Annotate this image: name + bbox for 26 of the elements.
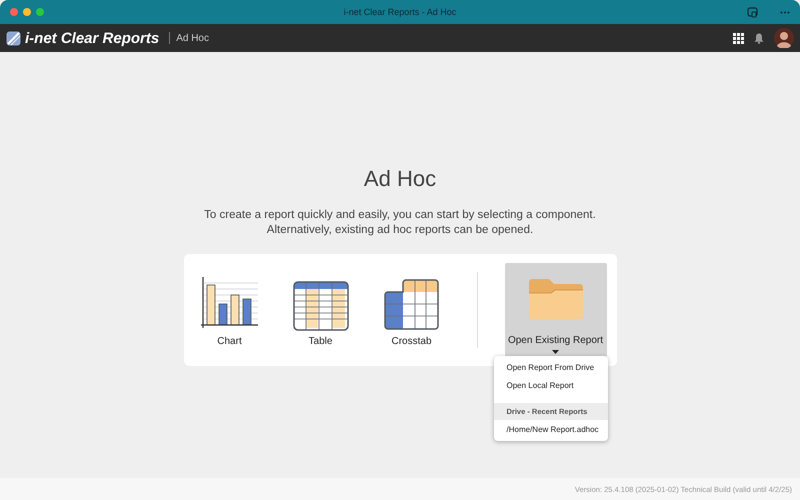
window-title: i-net Clear Reports - Ad Hoc xyxy=(344,7,456,17)
logo-icon xyxy=(6,30,21,46)
description-text: To create a report quickly and easily, you can start by selecting a component. xyxy=(204,208,596,223)
crosstab-icon xyxy=(384,279,440,331)
table-icon xyxy=(292,281,348,331)
menu-item[interactable]: Open Report From Drive xyxy=(494,358,608,376)
open-existing-report-button[interactable]: Open Existing Report xyxy=(504,263,606,357)
bar-chart-icon xyxy=(200,275,260,331)
description-text: Alternatively, existing ad hoc reports can be opened. xyxy=(266,223,534,238)
picture-in-picture-icon[interactable] xyxy=(747,6,758,18)
menu-item[interactable]: /Home/New Report.adhoc xyxy=(494,420,608,438)
component-label: Table xyxy=(308,336,332,347)
folder-icon xyxy=(528,279,582,319)
apps-grid-icon[interactable] xyxy=(733,32,744,44)
more-icon[interactable] xyxy=(780,10,790,14)
component-label: Crosstab xyxy=(391,336,432,347)
menu-item[interactable]: Open Local Report xyxy=(494,376,608,394)
component-label: Chart xyxy=(217,336,242,347)
app-name: i-net Clear Reports xyxy=(25,30,160,46)
bell-icon[interactable] xyxy=(754,32,764,44)
page-heading: Ad Hoc xyxy=(364,166,436,192)
minimize-window-button[interactable] xyxy=(23,8,31,16)
close-window-button[interactable] xyxy=(10,8,18,16)
breadcrumb[interactable]: Ad Hoc xyxy=(176,32,209,44)
avatar-icon[interactable] xyxy=(774,28,794,48)
zoom-window-button[interactable] xyxy=(36,8,44,16)
